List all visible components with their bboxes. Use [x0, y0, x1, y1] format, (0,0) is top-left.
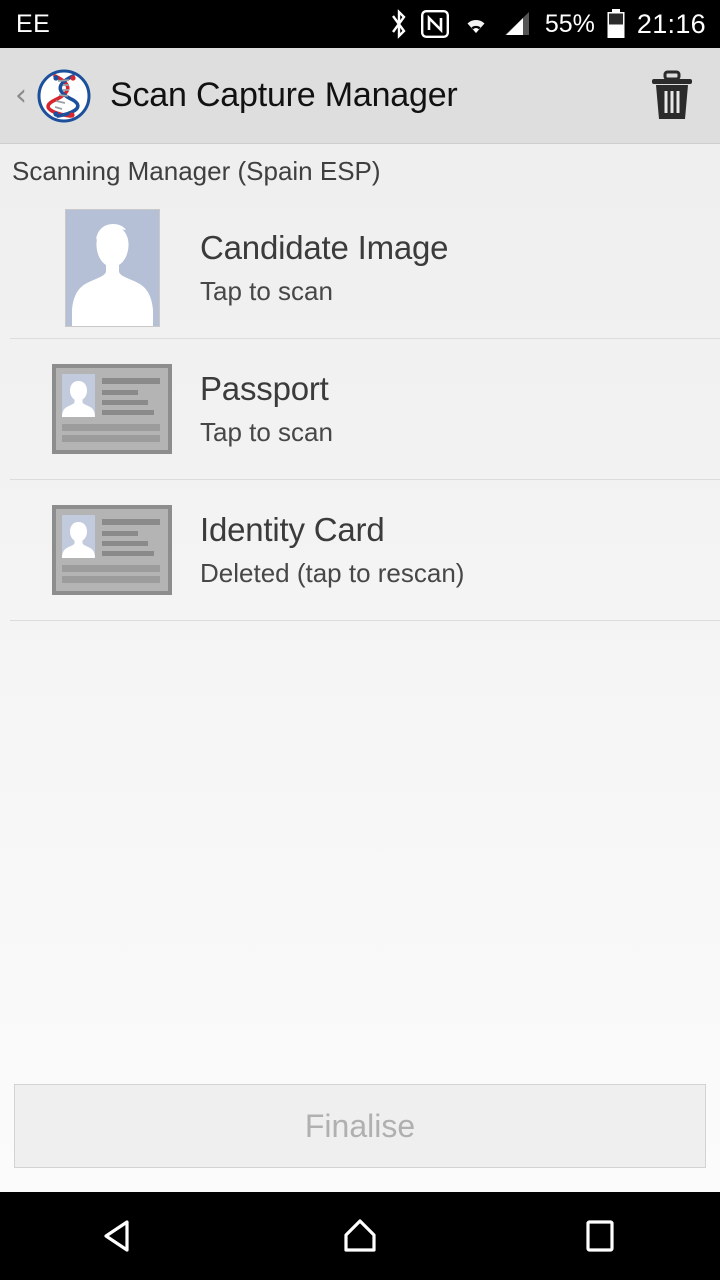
list-item-title: Identity Card: [200, 511, 385, 549]
list-item-title: Passport: [200, 370, 329, 408]
list-item-status: Tap to scan: [200, 416, 333, 447]
list-item-passport[interactable]: Passport Tap to scan: [10, 339, 720, 480]
back-triangle-icon[interactable]: [60, 1192, 180, 1280]
app-bar: ‹ Scan Capture Manager: [0, 48, 720, 144]
carrier-label: EE: [16, 9, 51, 38]
home-icon[interactable]: [300, 1192, 420, 1280]
battery-percent-label: 55%: [544, 9, 595, 38]
status-time: 21:16: [636, 8, 706, 39]
footer-actions: Finalise: [0, 1084, 720, 1192]
battery-icon: [606, 9, 626, 39]
list-item-identity-card[interactable]: Identity Card Deleted (tap to rescan): [10, 480, 720, 621]
dna-helix-logo: [36, 68, 92, 124]
page-title: Scan Capture Manager: [110, 76, 458, 114]
wifi-icon: [460, 11, 492, 37]
list-item-title: Candidate Image: [200, 229, 449, 267]
section-subtitle: Scanning Manager (Spain ESP): [12, 155, 381, 186]
id-card-thumbnail: [52, 505, 172, 595]
list-item-status: Deleted (tap to rescan): [200, 557, 465, 588]
android-navigation-bar: [0, 1192, 720, 1280]
finalise-button[interactable]: Finalise: [14, 1084, 706, 1168]
list-item-status: Tap to scan: [200, 275, 333, 306]
passport-text: Passport Tap to scan: [200, 368, 333, 449]
status-bar: EE 55% 21:16: [0, 0, 720, 48]
phone-screen: EE 55% 21:16 ‹ Scan Capture Manager Scan…: [0, 0, 720, 1280]
recents-square-icon[interactable]: [540, 1192, 660, 1280]
card-graphic: [52, 364, 172, 454]
card-graphic: [52, 505, 172, 595]
list-item-candidate-image[interactable]: Candidate Image Tap to scan: [10, 198, 720, 339]
trash-icon[interactable]: [644, 68, 700, 124]
nfc-icon: [420, 10, 449, 38]
candidate-image-text: Candidate Image Tap to scan: [200, 227, 449, 308]
identity-card-text: Identity Card Deleted (tap to rescan): [200, 509, 464, 590]
back-chevron-icon[interactable]: ‹: [8, 80, 34, 111]
bluetooth-icon: [388, 9, 410, 39]
id-card-thumbnail: [52, 364, 172, 454]
person-avatar-thumbnail: [52, 209, 172, 327]
scan-items-list: Candidate Image Tap to scan Passport Tap…: [0, 198, 720, 621]
cellular-signal-icon: [503, 11, 531, 37]
avatar: [64, 209, 160, 327]
